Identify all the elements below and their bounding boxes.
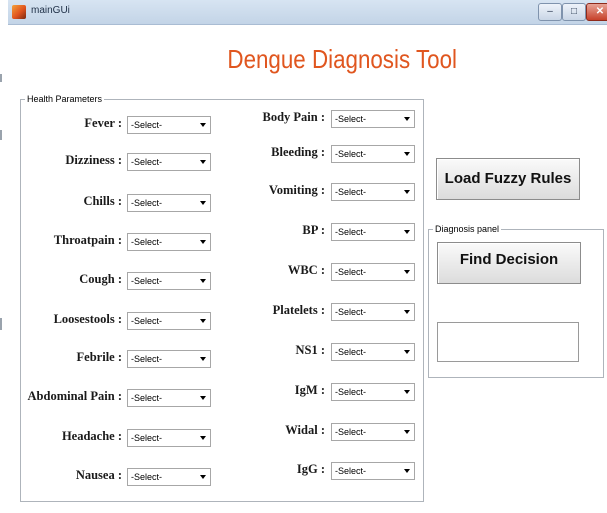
edge-mark [0, 130, 2, 140]
param-select[interactable]: -Select- [331, 303, 415, 321]
app-title: Dengue Diagnosis Tool [227, 44, 457, 74]
chevron-down-icon[interactable] [400, 146, 414, 162]
select-value: -Select- [335, 427, 367, 437]
param-label: IgM : [294, 383, 325, 397]
chevron-down-icon[interactable] [400, 264, 414, 280]
param-select[interactable]: -Select- [331, 145, 415, 163]
find-decision-button[interactable]: Find Decision [437, 242, 581, 284]
minimize-button[interactable]: – [538, 3, 562, 21]
select-value: -Select- [131, 237, 163, 247]
param-select[interactable]: -Select- [331, 263, 415, 281]
param-label: IgG : [296, 462, 325, 476]
load-fuzzy-rules-button[interactable]: Load Fuzzy Rules [436, 158, 580, 200]
chevron-down-icon[interactable] [400, 424, 414, 440]
select-value: -Select- [335, 227, 367, 237]
param-select[interactable]: -Select- [331, 462, 415, 480]
select-value: -Select- [335, 114, 367, 124]
chevron-down-icon[interactable] [400, 463, 414, 479]
param-select[interactable]: -Select- [331, 343, 415, 361]
health-panel-legend: Health Parameters [27, 94, 103, 104]
param-label: Bleeding : [271, 145, 325, 159]
chevron-down-icon[interactable] [400, 184, 414, 200]
edge-mark [0, 74, 2, 82]
param-label: Body Pain : [262, 110, 325, 124]
param-select[interactable]: -Select- [331, 110, 415, 128]
window-title: mainGUi [31, 5, 70, 16]
close-button[interactable]: ✕ [586, 3, 607, 21]
select-value: -Select- [335, 267, 367, 277]
param-label: Platelets : [272, 303, 325, 317]
select-value: -Select- [335, 307, 367, 317]
param-label: Vomiting : [268, 183, 325, 197]
diagnosis-result-box [437, 322, 579, 362]
param-select[interactable]: -Select- [331, 423, 415, 441]
chevron-down-icon[interactable] [400, 304, 414, 320]
select-value: -Select- [335, 387, 367, 397]
chevron-down-icon[interactable] [400, 224, 414, 240]
select-value: -Select- [131, 198, 163, 208]
chevron-down-icon[interactable] [400, 384, 414, 400]
window-titlebar: mainGUi – □ ✕ [8, 0, 607, 25]
param-label: Widal : [285, 423, 325, 437]
select-value: -Select- [335, 466, 367, 476]
param-label: NS1 : [295, 343, 325, 357]
param-select[interactable]: -Select- [331, 183, 415, 201]
param-select[interactable]: -Select- [331, 383, 415, 401]
select-value: -Select- [335, 347, 367, 357]
diagnosis-panel-legend: Diagnosis panel [435, 224, 500, 234]
matlab-icon [12, 5, 26, 19]
select-value: -Select- [335, 149, 367, 159]
chevron-down-icon[interactable] [400, 344, 414, 360]
param-label: BP : [302, 223, 325, 237]
maximize-button[interactable]: □ [562, 3, 586, 21]
select-value: -Select- [335, 187, 367, 197]
param-select[interactable]: -Select- [331, 223, 415, 241]
param-label: WBC : [287, 263, 325, 277]
chevron-down-icon[interactable] [400, 111, 414, 127]
